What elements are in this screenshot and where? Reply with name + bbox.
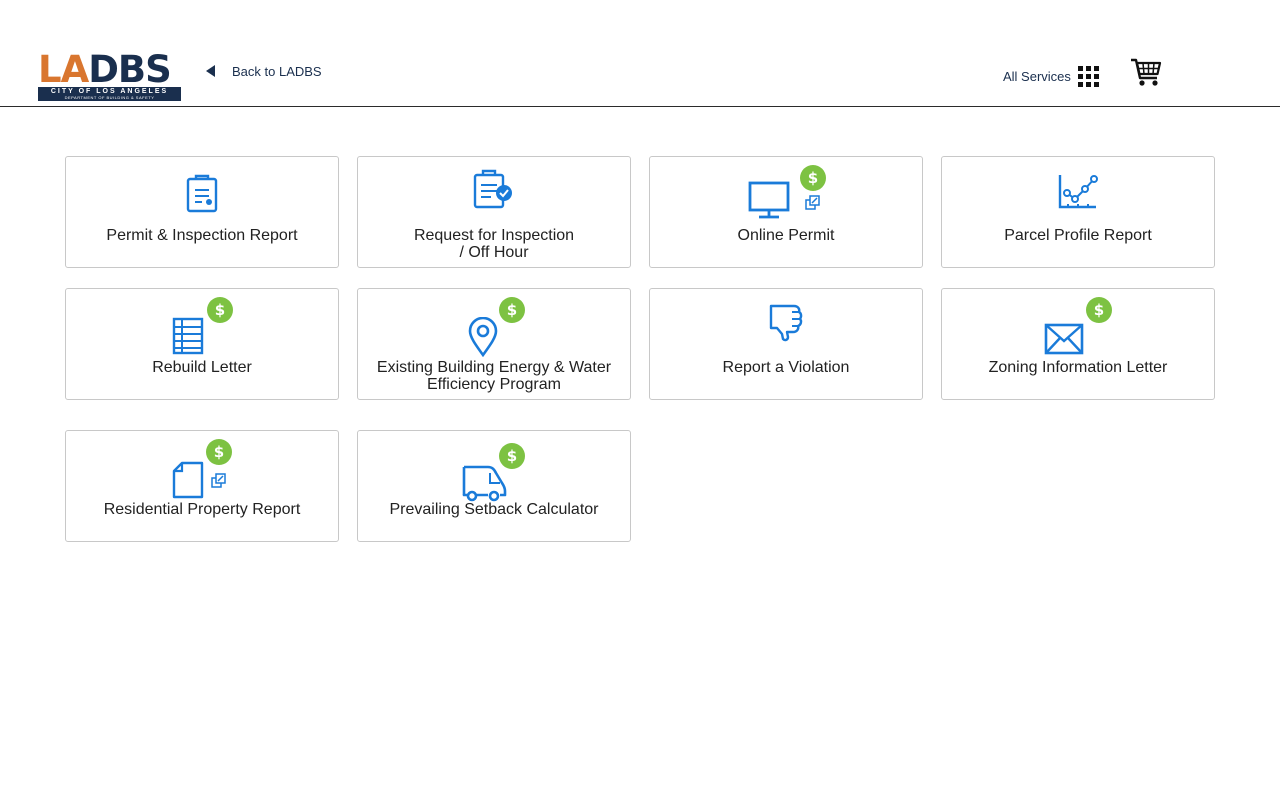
service-label: Online Permit — [737, 227, 835, 244]
envelope-icon — [1044, 323, 1084, 355]
service-card-parcel-profile-report[interactable]: Parcel Profile Report — [941, 156, 1215, 268]
external-link-icon — [211, 473, 226, 488]
service-label: Existing Building Energy & Water Efficie… — [376, 359, 612, 393]
service-card-residential-property-report[interactable]: $ Residential Property Report — [65, 430, 339, 542]
external-link-icon — [805, 195, 820, 210]
back-link-label: Back to LADBS — [232, 63, 322, 79]
file-icon — [172, 461, 204, 499]
service-card-prevailing-setback-calculator[interactable]: $ Prevailing Setback Calculator — [357, 430, 631, 542]
service-label: Parcel Profile Report — [1004, 227, 1152, 244]
truck-icon — [462, 465, 507, 502]
fee-badge-icon: $ — [1086, 297, 1112, 323]
fee-badge-icon: $ — [499, 297, 525, 323]
all-services-label: All Services — [1003, 69, 1071, 84]
clipboard-icon — [186, 174, 218, 213]
fee-badge-icon: $ — [499, 443, 525, 469]
shopping-cart-icon[interactable] — [1130, 57, 1162, 87]
line-chart-icon — [1058, 175, 1098, 209]
service-card-report-a-violation[interactable]: Report a Violation — [649, 288, 923, 400]
service-card-online-permit[interactable]: $ Online Permit — [649, 156, 923, 268]
service-card-rebuild-letter[interactable]: $ Rebuild Letter — [65, 288, 339, 400]
service-label: Zoning Information Letter — [988, 359, 1168, 376]
service-label: Permit & Inspection Report — [106, 227, 298, 244]
service-card-zoning-information-letter[interactable]: $ Zoning Information Letter — [941, 288, 1215, 400]
caret-left-icon — [206, 65, 215, 77]
site-header: LA DBS CITY OF LOS ANGELES DEPARTMENT OF … — [0, 0, 1280, 107]
service-card-request-for-inspection[interactable]: Request for Inspection / Off Hour — [357, 156, 631, 268]
back-to-ladbs-link[interactable]: Back to LADBS — [206, 62, 322, 80]
logo-wordmark: LA DBS — [38, 48, 172, 91]
fee-badge-icon: $ — [800, 165, 826, 191]
service-label: Report a Violation — [722, 359, 850, 376]
map-pin-icon — [468, 317, 498, 357]
logo-subtitle: CITY OF LOS ANGELES DEPARTMENT OF BUILDI… — [38, 87, 181, 101]
service-card-existing-building-energy[interactable]: $ Existing Building Energy & Water Effic… — [357, 288, 631, 400]
thumbs-down-icon — [769, 304, 803, 342]
fee-badge-icon: $ — [206, 439, 232, 465]
monitor-icon — [748, 181, 790, 219]
service-label: Residential Property Report — [103, 501, 301, 518]
service-label: Prevailing Setback Calculator — [389, 501, 599, 518]
service-label: Rebuild Letter — [152, 359, 252, 376]
service-card-permit-inspection-report[interactable]: Permit & Inspection Report — [65, 156, 339, 268]
document-list-icon — [172, 317, 204, 355]
ladbs-logo[interactable]: LA DBS CITY OF LOS ANGELES DEPARTMENT OF … — [38, 48, 181, 101]
clipboard-check-icon — [473, 169, 512, 209]
fee-badge-icon: $ — [207, 297, 233, 323]
service-label: Request for Inspection / Off Hour — [413, 227, 575, 261]
all-services-button[interactable]: All Services — [1003, 66, 1099, 87]
grid-icon — [1077, 66, 1099, 87]
